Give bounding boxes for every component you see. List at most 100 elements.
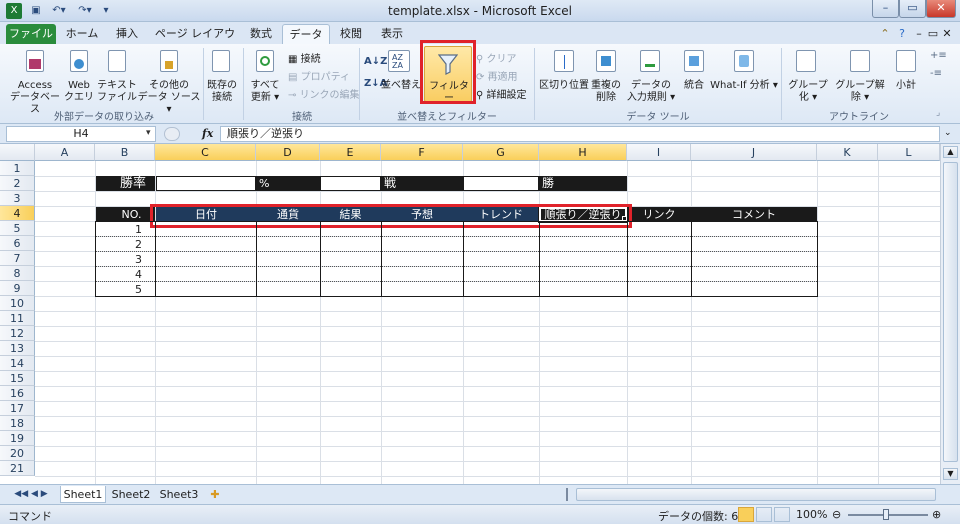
row-header-2[interactable]: 2: [0, 176, 35, 191]
normal-view-icon[interactable]: [738, 507, 754, 522]
row-header-10[interactable]: 10: [0, 296, 35, 311]
cell-c2[interactable]: [156, 176, 256, 191]
minimize-ribbon-icon[interactable]: ⌃: [878, 24, 892, 44]
insert-sheet-icon[interactable]: ✚: [206, 486, 224, 503]
col-header-h[interactable]: H: [539, 144, 627, 161]
row-header-8[interactable]: 8: [0, 266, 35, 281]
doc-minimize-icon[interactable]: –: [912, 24, 926, 44]
col-header-d[interactable]: D: [256, 144, 320, 161]
name-box[interactable]: H4: [6, 126, 156, 142]
maximize-button[interactable]: ▭: [899, 0, 926, 18]
tab-home[interactable]: ホーム: [60, 24, 104, 44]
col-header-c[interactable]: C: [155, 144, 256, 161]
row-header-20[interactable]: 20: [0, 446, 35, 461]
properties-button[interactable]: ▤ プロパティ: [288, 68, 350, 83]
col-header-e[interactable]: E: [320, 144, 381, 161]
cell-b7[interactable]: 3: [96, 252, 155, 267]
header-no[interactable]: NO.: [96, 207, 155, 222]
zoom-in-icon[interactable]: ⊕: [932, 508, 941, 521]
scroll-thumb[interactable]: [943, 162, 958, 462]
row-header-3[interactable]: 3: [0, 191, 35, 206]
cell-d2[interactable]: %: [256, 176, 320, 191]
tab-data[interactable]: データ: [282, 24, 330, 44]
header-link[interactable]: リンク: [627, 207, 691, 222]
row-header-6[interactable]: 6: [0, 236, 35, 251]
tab-insert[interactable]: 挿入: [108, 24, 146, 44]
sort-az-icon[interactable]: A↓Z: [364, 56, 387, 67]
row-header-14[interactable]: 14: [0, 356, 35, 371]
row-header-9[interactable]: 9: [0, 281, 35, 296]
help-icon[interactable]: ?: [894, 24, 910, 44]
header-comment[interactable]: コメント: [691, 207, 817, 222]
cell-b5[interactable]: 1: [96, 222, 155, 237]
reapply-button[interactable]: ⟳ 再適用: [476, 68, 518, 83]
edit-links-button[interactable]: ⊸ リンクの編集: [288, 86, 360, 101]
col-header-i[interactable]: I: [627, 144, 691, 161]
cell-h2[interactable]: 勝: [539, 176, 627, 191]
formula-input[interactable]: 順張り／逆張り: [220, 126, 940, 142]
zoom-slider-thumb[interactable]: [883, 509, 889, 520]
row-header-17[interactable]: 17: [0, 401, 35, 416]
row-header-11[interactable]: 11: [0, 311, 35, 326]
vertical-scrollbar[interactable]: ▲ ▼: [940, 144, 960, 484]
zoom-out-icon[interactable]: ⊖: [832, 508, 841, 521]
cell-b2[interactable]: 勝率: [96, 176, 155, 191]
col-header-g[interactable]: G: [463, 144, 539, 161]
tab-file[interactable]: ファイル: [6, 24, 56, 44]
row-header-16[interactable]: 16: [0, 386, 35, 401]
tab-split-handle[interactable]: [566, 488, 572, 501]
connections-button[interactable]: ▦ 接続: [288, 50, 321, 65]
clear-filter-button[interactable]: ⚲ クリア: [476, 50, 517, 65]
tab-review[interactable]: 校閲: [334, 24, 368, 44]
cell-b8[interactable]: 4: [96, 267, 155, 282]
row-header-1[interactable]: 1: [0, 161, 35, 176]
worksheet-grid[interactable]: A B C D E F G H I J K L 1 2 3 4 5 6 7 8 …: [0, 144, 940, 484]
sheet-tab-2[interactable]: Sheet2: [108, 486, 154, 503]
col-header-f[interactable]: F: [381, 144, 463, 161]
row-header-13[interactable]: 13: [0, 341, 35, 356]
cell-e2[interactable]: [320, 176, 381, 191]
doc-restore-icon[interactable]: ▭: [926, 24, 940, 44]
col-header-j[interactable]: J: [691, 144, 817, 161]
sheet-tab-3[interactable]: Sheet3: [156, 486, 202, 503]
name-box-dropdown-icon[interactable]: ▾: [146, 128, 151, 138]
row-header-4[interactable]: 4: [0, 206, 35, 221]
hide-detail-icon[interactable]: -≡: [930, 68, 942, 79]
col-header-l[interactable]: L: [878, 144, 940, 161]
sheet-nav-icons[interactable]: ◀◀ ◀ ▶ ▶▶: [6, 486, 56, 516]
scroll-up-icon[interactable]: ▲: [943, 146, 958, 158]
horizontal-scrollbar[interactable]: [576, 488, 936, 501]
row-header-21[interactable]: 21: [0, 461, 35, 476]
row-header-15[interactable]: 15: [0, 371, 35, 386]
cell-b6[interactable]: 2: [96, 237, 155, 252]
doc-close-icon[interactable]: ✕: [940, 24, 954, 44]
insert-function-icon[interactable]: fx: [202, 127, 213, 140]
tab-formulas[interactable]: 数式: [244, 24, 278, 44]
page-layout-view-icon[interactable]: [756, 507, 772, 522]
tab-view[interactable]: 表示: [372, 24, 412, 44]
row-header-12[interactable]: 12: [0, 326, 35, 341]
scroll-down-icon[interactable]: ▼: [943, 468, 958, 480]
cell-g2[interactable]: [463, 176, 539, 191]
col-header-a[interactable]: A: [35, 144, 95, 161]
col-header-b[interactable]: B: [95, 144, 155, 161]
row-header-5[interactable]: 5: [0, 221, 35, 236]
advanced-filter-button[interactable]: ⚲ 詳細設定: [476, 86, 527, 101]
page-break-view-icon[interactable]: [774, 507, 790, 522]
formula-cancel-icon[interactable]: [164, 127, 180, 141]
col-header-k[interactable]: K: [817, 144, 878, 161]
select-all-corner[interactable]: [0, 144, 35, 161]
outline-dialog-launcher-icon[interactable]: ⌟: [936, 108, 940, 118]
show-detail-icon[interactable]: +≡: [930, 50, 947, 61]
sheet-tab-1[interactable]: Sheet1: [60, 486, 106, 503]
cell-b9[interactable]: 5: [96, 282, 155, 297]
minimize-button[interactable]: –: [872, 0, 899, 18]
cell-f2[interactable]: 戦: [381, 176, 463, 191]
close-button[interactable]: ✕: [926, 0, 956, 18]
zoom-level[interactable]: 100%: [796, 508, 827, 521]
row-header-7[interactable]: 7: [0, 251, 35, 266]
row-header-19[interactable]: 19: [0, 431, 35, 446]
row-header-18[interactable]: 18: [0, 416, 35, 431]
tab-page-layout[interactable]: ページ レイアウト: [150, 24, 240, 60]
expand-formula-bar-icon[interactable]: ⌄: [944, 128, 952, 138]
